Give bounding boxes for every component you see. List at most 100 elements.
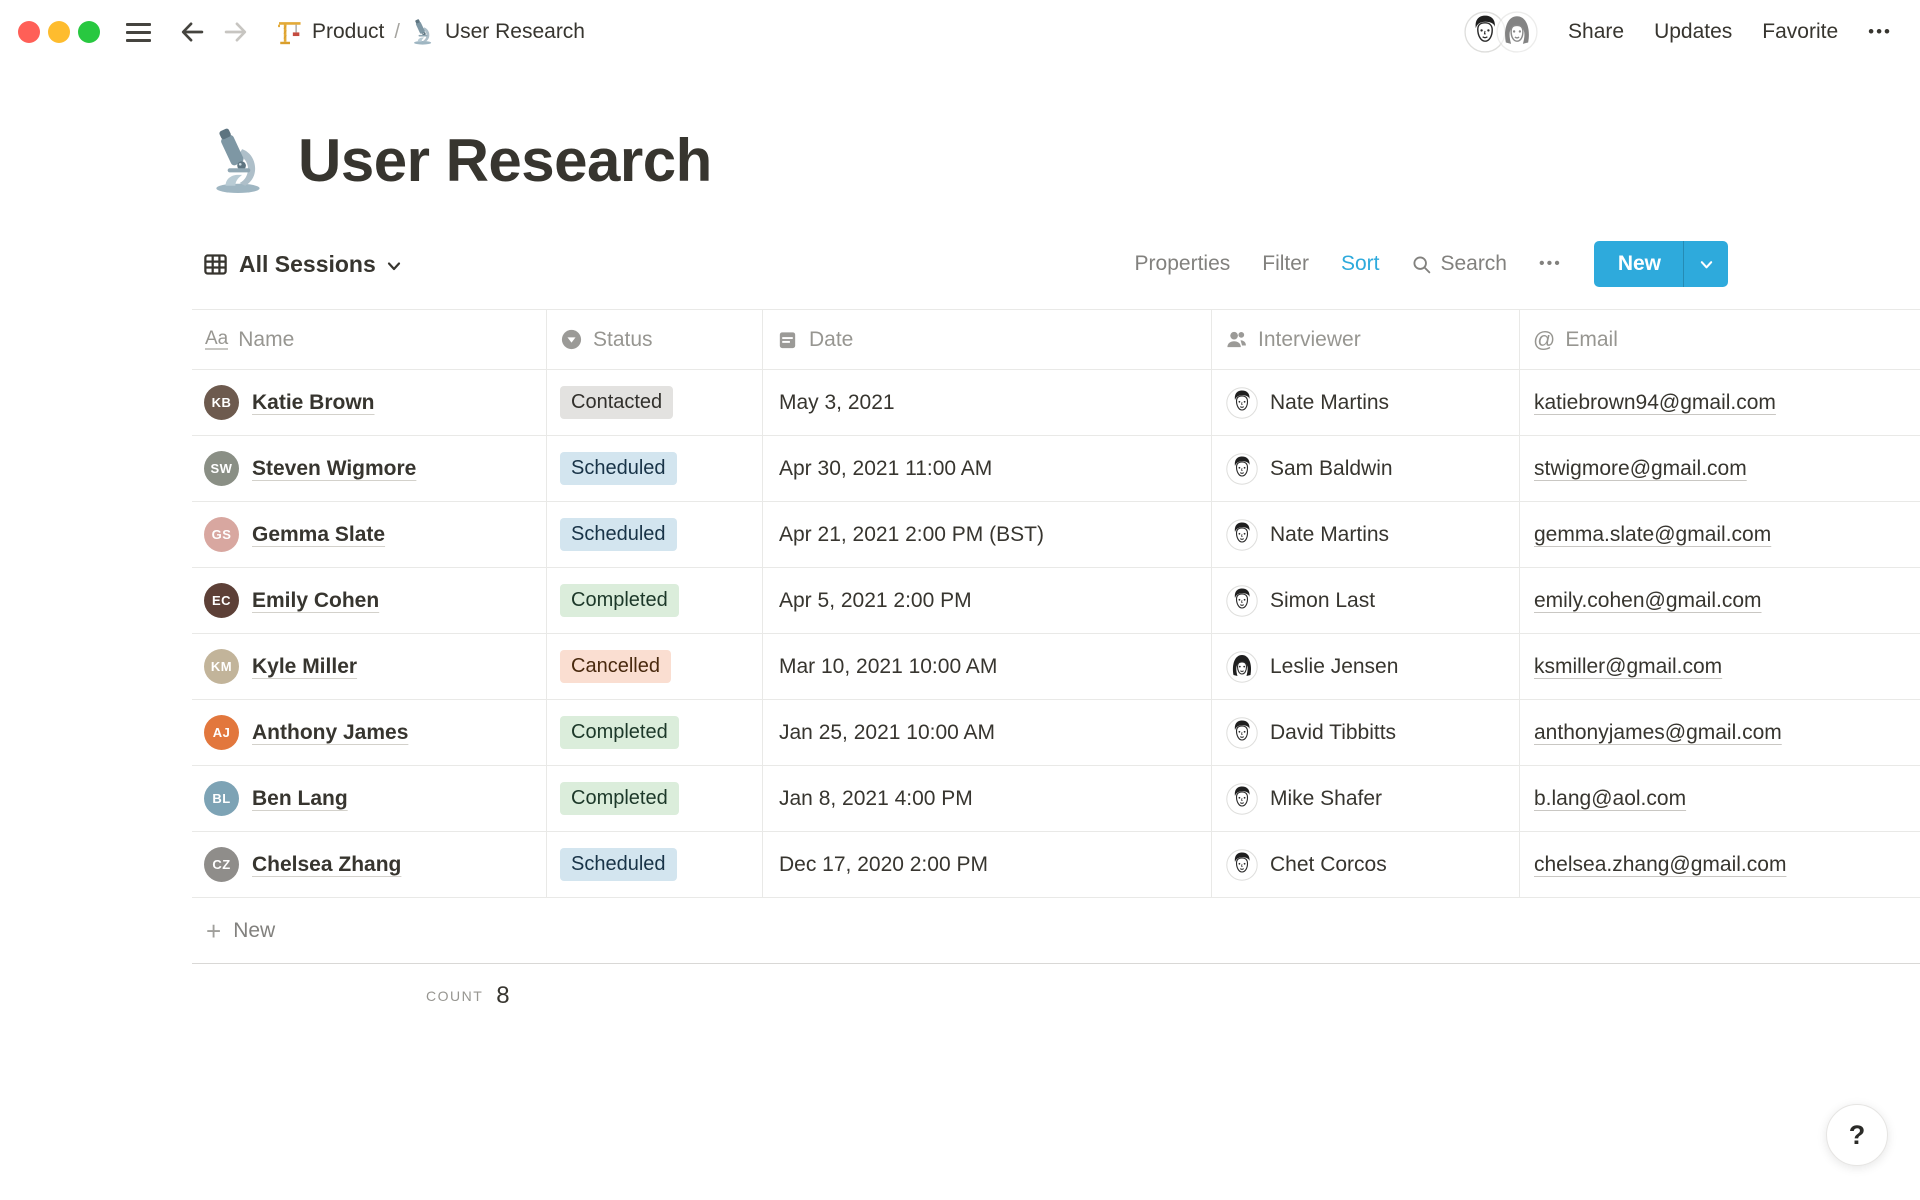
table-row[interactable]: KM Kyle Miller Cancelled Mar 10, 2021 10…: [192, 634, 1920, 700]
forward-button[interactable]: [221, 17, 251, 47]
date-cell[interactable]: Mar 10, 2021 10:00 AM: [763, 634, 1212, 699]
date-cell[interactable]: Dec 17, 2020 2:00 PM: [763, 832, 1212, 897]
view-more-options-icon[interactable]: •••: [1539, 255, 1562, 273]
status-cell[interactable]: Completed: [547, 700, 763, 765]
date-cell[interactable]: Jan 8, 2021 4:00 PM: [763, 766, 1212, 831]
new-button[interactable]: New: [1593, 241, 1728, 287]
name-cell[interactable]: CZ Chelsea Zhang: [192, 832, 547, 897]
search-button[interactable]: Search: [1411, 252, 1507, 276]
count-aggregate[interactable]: COUNT 8: [192, 964, 1920, 1028]
zoom-window-button[interactable]: [78, 21, 100, 43]
favorite-button[interactable]: Favorite: [1762, 20, 1838, 44]
interviewer-cell[interactable]: Chet Corcos: [1212, 832, 1520, 897]
interviewer-name: Leslie Jensen: [1270, 654, 1399, 678]
status-cell[interactable]: Completed: [547, 766, 763, 831]
date-cell[interactable]: Apr 21, 2021 2:00 PM (BST): [763, 502, 1212, 567]
email-link[interactable]: b.lang@aol.com: [1534, 787, 1686, 811]
status-cell[interactable]: Scheduled: [547, 436, 763, 501]
back-button[interactable]: [177, 17, 207, 47]
help-button[interactable]: ?: [1826, 1104, 1888, 1166]
sidebar-menu-icon[interactable]: [126, 22, 151, 42]
view-switcher[interactable]: All Sessions: [202, 251, 402, 278]
person-name-link[interactable]: Gemma Slate: [252, 523, 385, 547]
table-row[interactable]: AJ Anthony James Completed Jan 25, 2021 …: [192, 700, 1920, 766]
name-cell[interactable]: AJ Anthony James: [192, 700, 547, 765]
question-mark-icon: ?: [1848, 1119, 1866, 1150]
email-cell[interactable]: katiebrown94@gmail.com: [1520, 370, 1920, 435]
table-row[interactable]: SW Steven Wigmore Scheduled Apr 30, 2021…: [192, 436, 1920, 502]
table-row[interactable]: EC Emily Cohen Completed Apr 5, 2021 2:0…: [192, 568, 1920, 634]
column-header-name[interactable]: Aa Name: [192, 310, 547, 369]
table-row[interactable]: GS Gemma Slate Scheduled Apr 21, 2021 2:…: [192, 502, 1920, 568]
new-dropdown-button[interactable]: [1684, 241, 1728, 287]
column-header-interviewer[interactable]: Interviewer: [1212, 310, 1520, 369]
interviewer-cell[interactable]: Leslie Jensen: [1212, 634, 1520, 699]
person-name-link[interactable]: Katie Brown: [252, 391, 375, 415]
date-cell[interactable]: Jan 25, 2021 10:00 AM: [763, 700, 1212, 765]
email-cell[interactable]: anthonyjames@gmail.com: [1520, 700, 1920, 765]
email-link[interactable]: gemma.slate@gmail.com: [1534, 523, 1771, 547]
person-name-link[interactable]: Ben Lang: [252, 787, 348, 811]
email-link[interactable]: stwigmore@gmail.com: [1534, 457, 1747, 481]
name-cell[interactable]: GS Gemma Slate: [192, 502, 547, 567]
status-cell[interactable]: Cancelled: [547, 634, 763, 699]
email-link[interactable]: chelsea.zhang@gmail.com: [1534, 853, 1786, 877]
email-link[interactable]: emily.cohen@gmail.com: [1534, 589, 1762, 613]
interviewer-cell[interactable]: Nate Martins: [1212, 502, 1520, 567]
interviewer-cell[interactable]: Simon Last: [1212, 568, 1520, 633]
name-cell[interactable]: KM Kyle Miller: [192, 634, 547, 699]
name-cell[interactable]: SW Steven Wigmore: [192, 436, 547, 501]
name-cell[interactable]: EC Emily Cohen: [192, 568, 547, 633]
add-row-button[interactable]: + New: [192, 898, 1920, 964]
interviewer-cell[interactable]: Nate Martins: [1212, 370, 1520, 435]
collaborator-avatars[interactable]: [1464, 11, 1539, 53]
email-cell[interactable]: ksmiller@gmail.com: [1520, 634, 1920, 699]
person-name-link[interactable]: Chelsea Zhang: [252, 853, 401, 877]
email-cell[interactable]: emily.cohen@gmail.com: [1520, 568, 1920, 633]
properties-button[interactable]: Properties: [1135, 252, 1231, 276]
table-row[interactable]: CZ Chelsea Zhang Scheduled Dec 17, 2020 …: [192, 832, 1920, 898]
email-cell[interactable]: gemma.slate@gmail.com: [1520, 502, 1920, 567]
breadcrumb-workspace[interactable]: Product: [277, 19, 384, 45]
person-name-link[interactable]: Steven Wigmore: [252, 457, 416, 481]
minimize-window-button[interactable]: [48, 21, 70, 43]
column-header-email[interactable]: @ Email: [1520, 310, 1920, 369]
email-cell[interactable]: stwigmore@gmail.com: [1520, 436, 1920, 501]
filter-button[interactable]: Filter: [1262, 252, 1309, 276]
person-name-link[interactable]: Kyle Miller: [252, 655, 357, 679]
more-options-icon[interactable]: •••: [1868, 22, 1892, 42]
name-cell[interactable]: KB Katie Brown: [192, 370, 547, 435]
table-row[interactable]: KB Katie Brown Contacted May 3, 2021 Nat…: [192, 370, 1920, 436]
status-cell[interactable]: Contacted: [547, 370, 763, 435]
date-cell[interactable]: May 3, 2021: [763, 370, 1212, 435]
view-name: All Sessions: [239, 250, 376, 277]
page-title[interactable]: User Research: [298, 126, 712, 195]
name-cell[interactable]: BL Ben Lang: [192, 766, 547, 831]
sort-button[interactable]: Sort: [1341, 252, 1380, 276]
updates-button[interactable]: Updates: [1654, 20, 1732, 44]
interviewer-cell[interactable]: Sam Baldwin: [1212, 436, 1520, 501]
column-header-status[interactable]: Status: [547, 310, 763, 369]
email-link[interactable]: ksmiller@gmail.com: [1534, 655, 1722, 679]
interviewer-cell[interactable]: David Tibbitts: [1212, 700, 1520, 765]
person-name-link[interactable]: Anthony James: [252, 721, 408, 745]
person-name-link[interactable]: Emily Cohen: [252, 589, 379, 613]
interviewer-cell[interactable]: Mike Shafer: [1212, 766, 1520, 831]
page-microscope-icon[interactable]: [206, 128, 272, 194]
close-window-button[interactable]: [18, 21, 40, 43]
page-header: User Research: [192, 126, 1920, 195]
email-cell[interactable]: b.lang@aol.com: [1520, 766, 1920, 831]
email-cell[interactable]: chelsea.zhang@gmail.com: [1520, 832, 1920, 897]
email-link[interactable]: anthonyjames@gmail.com: [1534, 721, 1782, 745]
status-cell[interactable]: Scheduled: [547, 832, 763, 897]
date-cell[interactable]: Apr 5, 2021 2:00 PM: [763, 568, 1212, 633]
table-row[interactable]: BL Ben Lang Completed Jan 8, 2021 4:00 P…: [192, 766, 1920, 832]
email-link[interactable]: katiebrown94@gmail.com: [1534, 391, 1776, 415]
column-header-date[interactable]: Date: [763, 310, 1212, 369]
share-button[interactable]: Share: [1568, 20, 1624, 44]
status-cell[interactable]: Completed: [547, 568, 763, 633]
date-value: Dec 17, 2020 2:00 PM: [779, 852, 988, 876]
status-cell[interactable]: Scheduled: [547, 502, 763, 567]
breadcrumb-page[interactable]: User Research: [410, 19, 585, 45]
date-cell[interactable]: Apr 30, 2021 11:00 AM: [763, 436, 1212, 501]
